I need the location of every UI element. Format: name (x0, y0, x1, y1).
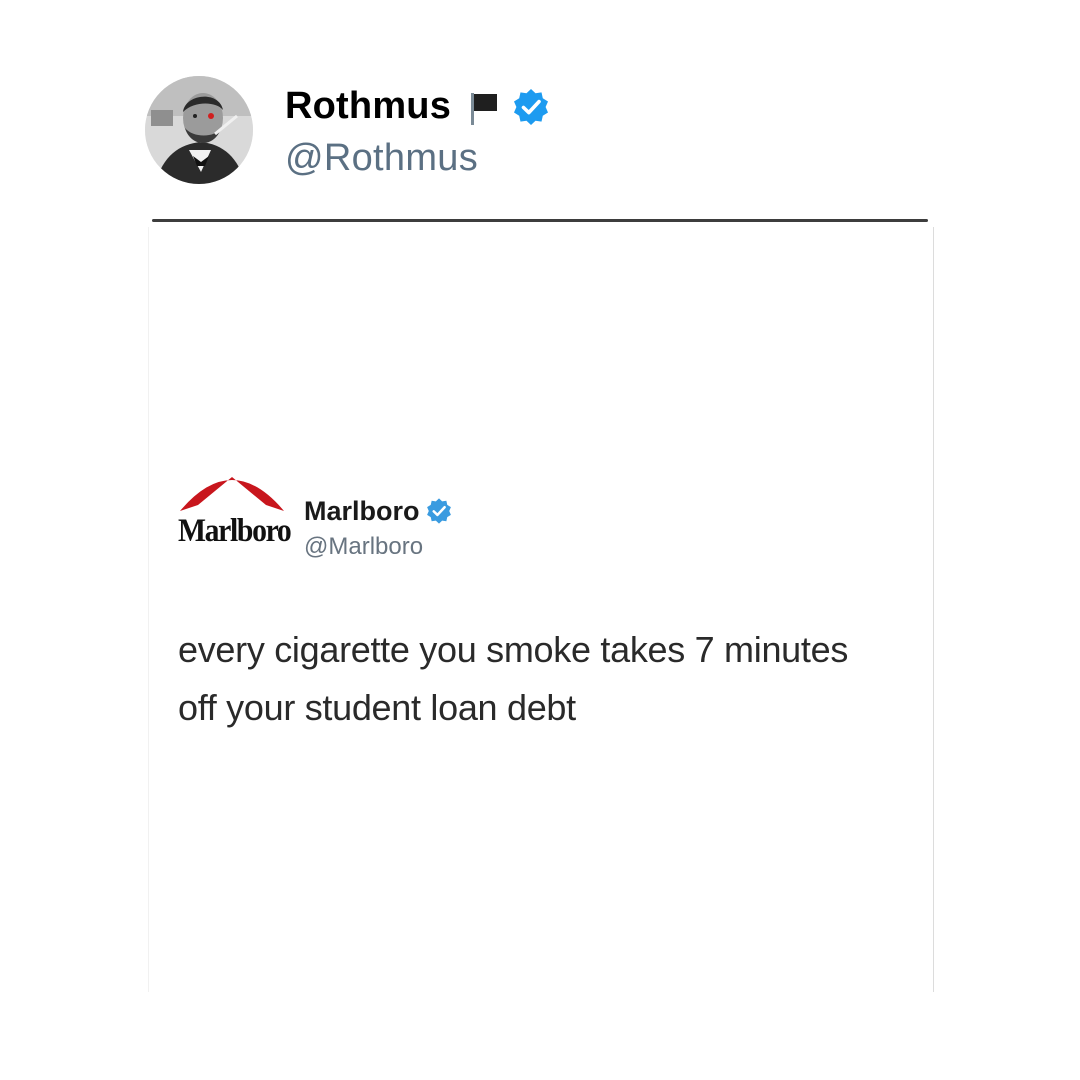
embedded-tweet-header: Marlboro Marlboro @Marlboro (178, 463, 453, 561)
embedded-user-handle: @Marlboro (304, 533, 424, 560)
embedded-display-name-row: Marlboro (304, 493, 453, 529)
card-edge-left (148, 227, 149, 992)
embedded-image[interactable]: Marlboro Marlboro @Marlboro every cigare… (148, 219, 936, 994)
embedded-display-name: Marlboro (304, 495, 420, 526)
brand-wordmark: Marlboro (178, 513, 292, 549)
display-name-row: Rothmus (285, 81, 551, 133)
avatar[interactable] (145, 76, 253, 184)
display-name[interactable]: Rothmus (285, 85, 451, 128)
embedded-tweet-text: every cigarette you smoke takes 7 minute… (178, 621, 928, 737)
card-edge-right (933, 227, 934, 992)
marlboro-logo: Marlboro (178, 463, 292, 559)
tweet-header: Rothmus @Rothmus (145, 75, 551, 185)
tweet-text-line: every cigarette you smoke takes 7 minute… (178, 629, 849, 670)
verified-badge-icon (425, 497, 453, 525)
user-handle[interactable]: @Rothmus (285, 137, 551, 180)
user-names: Rothmus @Rothmus (285, 81, 551, 180)
tweet-text-line: off your student loan debt (178, 687, 576, 728)
embedded-user-names: Marlboro @Marlboro (304, 493, 453, 561)
avatar-portrait-icon (145, 76, 253, 184)
tweet-screenshot: Rothmus @Rothmus Marlboro Marlboro @Marl… (0, 0, 1080, 1080)
card-divider (152, 219, 928, 222)
black-flag-icon (463, 87, 503, 127)
verified-badge-icon (511, 87, 551, 127)
